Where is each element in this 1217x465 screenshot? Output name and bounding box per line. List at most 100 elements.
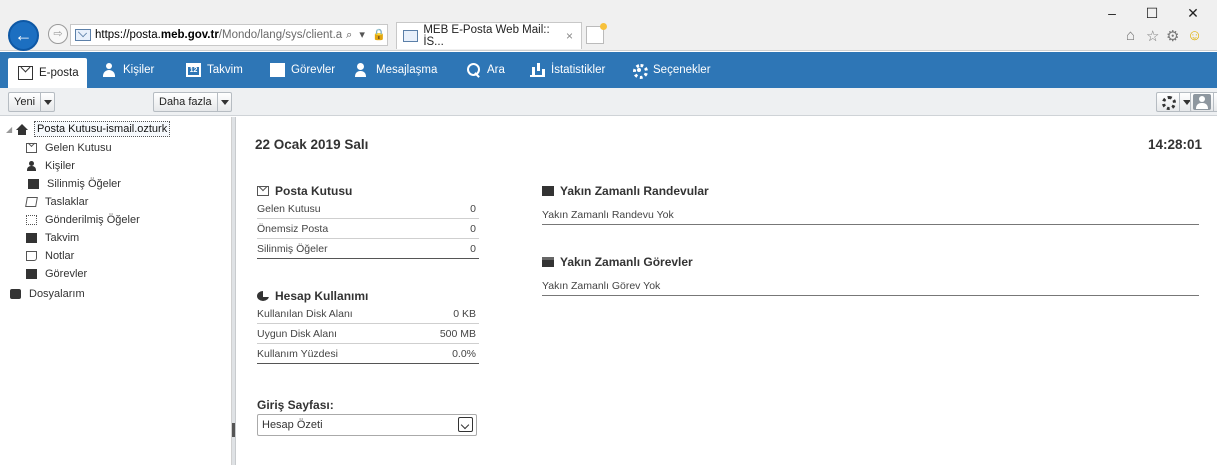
address-controls[interactable]: ⌕ ▾ 🔒 ↻ bbox=[346, 28, 387, 42]
usage-section-title: Hesap Kullanımı bbox=[257, 289, 368, 303]
settings-menu-button[interactable] bbox=[1156, 92, 1194, 112]
briefcase-icon bbox=[10, 288, 21, 299]
mail-favicon-icon bbox=[403, 30, 419, 42]
favorites-star-icon[interactable]: ☆ bbox=[1146, 27, 1159, 45]
trash-icon bbox=[28, 178, 39, 189]
mailbox-row: Gelen Kutusu 0 bbox=[257, 199, 479, 219]
nav-tab-options[interactable]: Seçenekler bbox=[632, 52, 711, 88]
task-icon bbox=[270, 63, 285, 77]
more-button[interactable]: Daha fazla bbox=[153, 92, 232, 112]
sent-icon bbox=[26, 214, 37, 225]
mailbox-root-label: Posta Kutusu-ismail.ozturk bbox=[34, 121, 171, 137]
folder-notes[interactable]: Notlar bbox=[26, 247, 74, 264]
folder-contacts[interactable]: Kişiler bbox=[26, 157, 75, 174]
back-button[interactable]: ← bbox=[8, 20, 39, 51]
mailbox-row: Önemsiz Posta 0 bbox=[257, 219, 479, 239]
row-label: Kullanılan Disk Alanı bbox=[257, 307, 353, 320]
folder-label: Görevler bbox=[45, 267, 88, 280]
clipboard-icon bbox=[542, 257, 554, 267]
nav-tab-statistics[interactable]: İstatistikler bbox=[530, 52, 605, 88]
tasks-section-title: Yakın Zamanlı Görevler bbox=[542, 255, 693, 269]
user-menu-button[interactable] bbox=[1190, 92, 1217, 112]
url-domain: meb.gov.tr bbox=[160, 29, 219, 41]
nav-label: Mesajlaşma bbox=[376, 64, 438, 76]
row-value: 0.0% bbox=[452, 347, 476, 360]
calendar-icon: 12 bbox=[186, 63, 201, 77]
chevron-down-icon[interactable] bbox=[216, 93, 231, 111]
row-value: 500 MB bbox=[439, 327, 476, 340]
close-window-button[interactable]: ✕ bbox=[1183, 4, 1203, 22]
new-button[interactable]: Yeni bbox=[8, 92, 56, 112]
notes-icon bbox=[26, 250, 37, 261]
chevron-down-icon[interactable] bbox=[40, 93, 54, 111]
folder-label: Silinmiş Öğeler bbox=[47, 177, 121, 190]
settings-gear-icon[interactable]: ⚙ bbox=[1166, 27, 1179, 45]
mail-icon bbox=[257, 186, 269, 196]
home-icon[interactable]: ⌂ bbox=[1126, 27, 1135, 44]
chevron-down-icon[interactable] bbox=[1213, 93, 1217, 111]
collapse-toggle-icon[interactable]: ◢ bbox=[6, 125, 16, 134]
url-prefix: https://posta. bbox=[95, 29, 161, 41]
row-label: Uygun Disk Alanı bbox=[257, 327, 337, 340]
calendar-icon bbox=[542, 186, 554, 196]
folder-label: Taslaklar bbox=[45, 195, 89, 208]
minimize-button[interactable]: – bbox=[1102, 4, 1122, 22]
new-tab-button[interactable] bbox=[586, 23, 607, 44]
url-path: /Mondo/lang/sys/client.a bbox=[218, 29, 343, 41]
tab-close-icon[interactable]: × bbox=[566, 29, 573, 43]
tab-title: MEB E-Posta Web Mail:: İS... bbox=[423, 24, 550, 48]
more-button-label: Daha fazla bbox=[159, 96, 212, 108]
gear-icon bbox=[1157, 93, 1179, 111]
folder-my-files[interactable]: Dosyalarım bbox=[10, 285, 85, 302]
browser-tab[interactable]: MEB E-Posta Web Mail:: İS... × bbox=[396, 22, 582, 49]
avatar-icon bbox=[1193, 94, 1211, 110]
folder-label: Gönderilmiş Öğeler bbox=[45, 213, 140, 226]
nav-tab-search[interactable]: Ara bbox=[466, 52, 505, 88]
folder-label: Kişiler bbox=[45, 159, 75, 172]
section-title-text: Yakın Zamanlı Randevular bbox=[560, 184, 709, 198]
smiley-feedback-icon[interactable]: ☺ bbox=[1187, 27, 1202, 44]
drafts-icon bbox=[25, 196, 38, 207]
section-title-text: Posta Kutusu bbox=[275, 184, 353, 198]
folder-drafts[interactable]: Taslaklar bbox=[25, 193, 89, 210]
folder-inbox[interactable]: Gelen Kutusu bbox=[26, 139, 112, 156]
chevron-down-icon[interactable] bbox=[458, 417, 473, 432]
row-value: 0 bbox=[470, 242, 476, 255]
mailbox-root[interactable]: ◢ Posta Kutusu-ismail.ozturk bbox=[6, 121, 171, 137]
forward-button[interactable]: ⇨ bbox=[48, 24, 68, 44]
folder-sent[interactable]: Gönderilmiş Öğeler bbox=[26, 211, 140, 228]
sidebar-splitter[interactable] bbox=[232, 117, 236, 465]
address-bar[interactable]: https://posta. meb.gov.tr /Mondo/lang/sy… bbox=[70, 24, 388, 46]
folder-calendar[interactable]: Takvim bbox=[26, 229, 79, 246]
chat-icon bbox=[355, 63, 370, 77]
folder-deleted[interactable]: Silinmiş Öğeler bbox=[26, 175, 121, 192]
folder-tasks[interactable]: Görevler bbox=[26, 265, 87, 282]
pie-chart-icon bbox=[257, 291, 269, 301]
start-page-selected: Hesap Özeti bbox=[262, 419, 323, 431]
home-icon bbox=[16, 123, 28, 135]
nav-tab-messaging[interactable]: Mesajlaşma bbox=[355, 52, 437, 88]
nav-tab-email[interactable]: E-posta bbox=[8, 58, 87, 88]
start-page-select[interactable]: Hesap Özeti bbox=[257, 414, 477, 436]
mail-favicon-icon bbox=[75, 29, 91, 41]
gear-icon bbox=[632, 63, 648, 79]
folder-label: Notlar bbox=[45, 249, 75, 262]
row-value: 0 bbox=[470, 202, 476, 215]
nav-label: Görevler bbox=[291, 64, 336, 76]
new-button-label: Yeni bbox=[14, 96, 36, 108]
calendar-icon bbox=[26, 232, 37, 243]
maximize-button[interactable]: ☐ bbox=[1142, 4, 1162, 22]
folder-label: Gelen Kutusu bbox=[45, 141, 112, 154]
nav-label: İstatistikler bbox=[551, 64, 606, 76]
nav-tab-tasks[interactable]: Görevler bbox=[270, 52, 335, 88]
current-date: 22 Ocak 2019 Salı bbox=[255, 137, 369, 152]
start-page-label: Giriş Sayfası: bbox=[257, 398, 334, 412]
folder-label: Dosyalarım bbox=[29, 287, 85, 300]
nav-tab-contacts[interactable]: Kişiler bbox=[102, 52, 154, 88]
mailbox-section-title: Posta Kutusu bbox=[257, 184, 352, 198]
folder-label: Takvim bbox=[45, 231, 80, 244]
nav-label: E-posta bbox=[39, 67, 79, 79]
usage-row: Kullanım Yüzdesi 0.0% bbox=[257, 344, 479, 364]
row-label: Önemsiz Posta bbox=[257, 222, 329, 235]
nav-tab-calendar[interactable]: 12 Takvim bbox=[186, 52, 243, 88]
